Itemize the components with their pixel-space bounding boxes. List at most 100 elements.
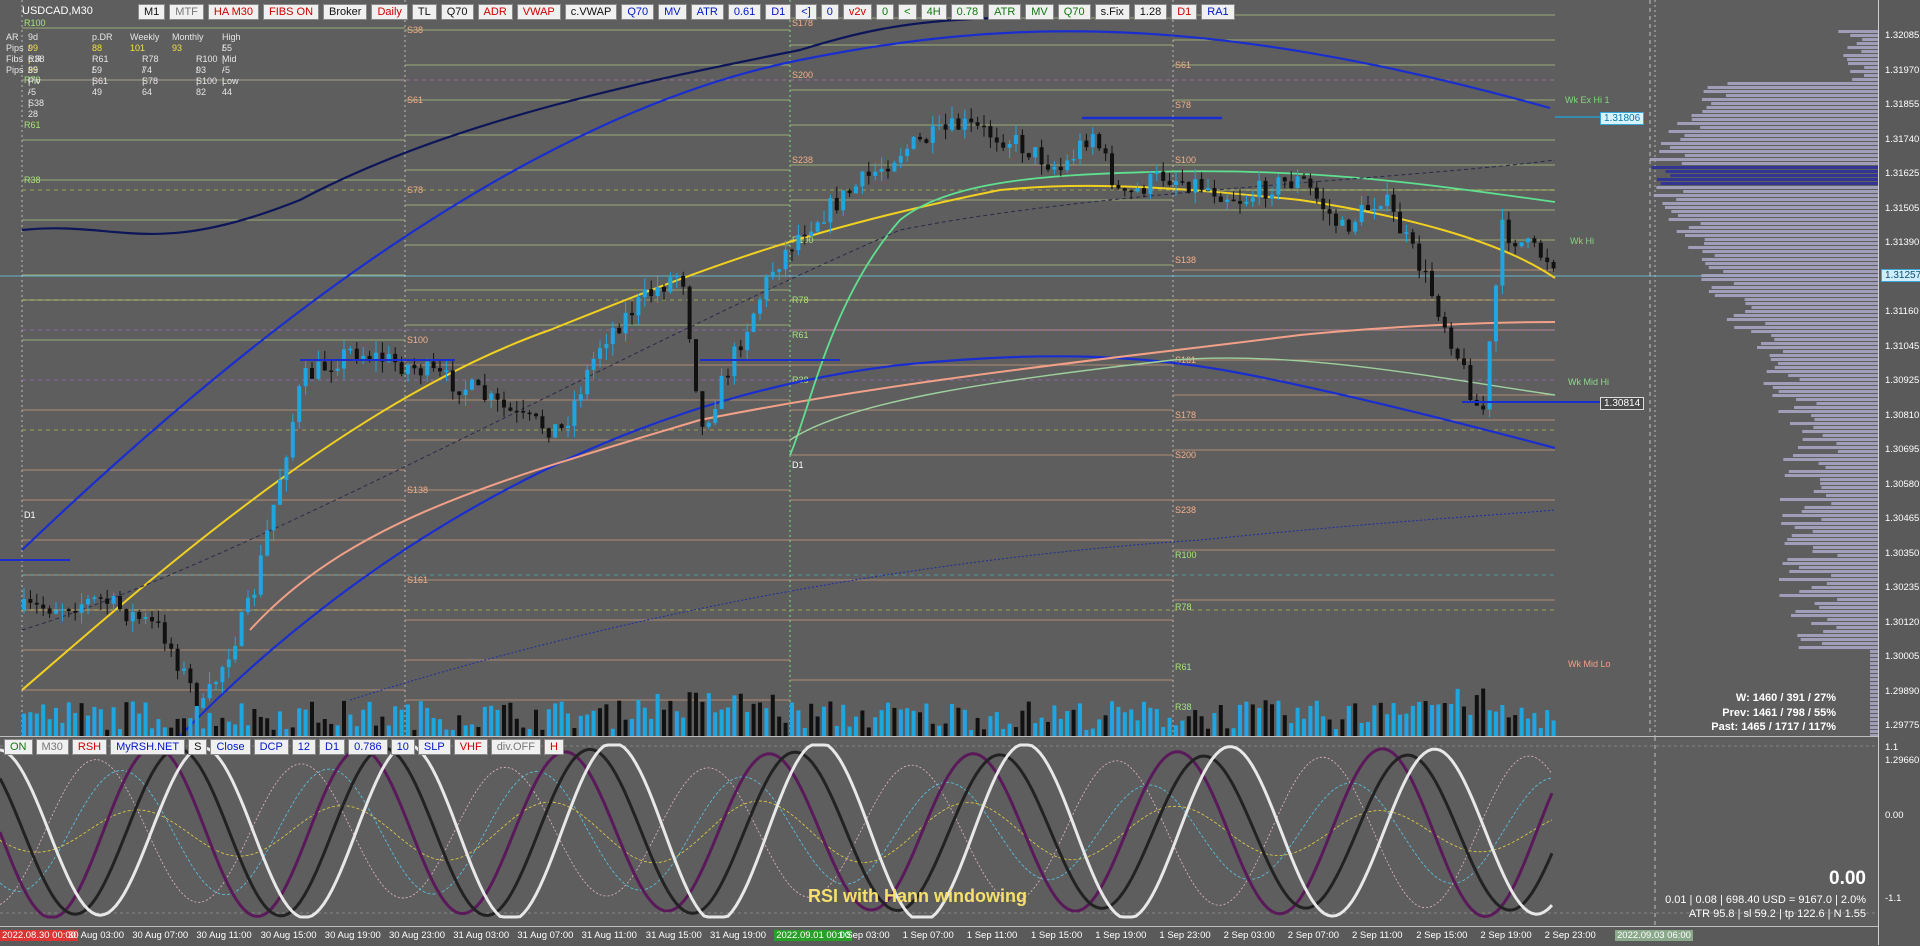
pivot-label: S61 <box>407 95 423 105</box>
candle-body <box>1353 222 1358 232</box>
volume-profile-bar <box>1770 358 1878 361</box>
volume-bar <box>1065 711 1070 736</box>
volume-profile-bar <box>1836 442 1878 445</box>
volume-profile-bar <box>1821 518 1878 521</box>
price-axis-label: 1.30465 <box>1885 513 1920 524</box>
volume-bar <box>706 693 711 736</box>
toolbar-button-13[interactable]: ATR <box>690 4 724 20</box>
candle-body <box>418 368 423 376</box>
candle-body <box>438 368 442 372</box>
time-axis-label: 2 Sep 15:00 <box>1416 930 1468 941</box>
osc-toolbar-button-3[interactable]: MyRSH.NET <box>110 739 186 755</box>
volume-bar <box>1487 710 1492 736</box>
volume-profile-bar <box>1870 714 1878 717</box>
toolbar-button-6[interactable]: TL <box>411 4 437 20</box>
toolbar-button-27[interactable]: 1.28 <box>1133 4 1168 20</box>
trading-terminal: R100 R78 R61 R38 D1 S38 S61 S78 S100 S138 S161 S178… <box>0 0 1920 946</box>
current-price-tag: 1.31257 <box>1881 269 1920 282</box>
toolbar-button-7[interactable]: Q70 <box>440 4 474 20</box>
volume-info-line: Past: 1465 / 1717 / 117% <box>1711 721 1836 733</box>
volume-bar <box>1551 720 1556 736</box>
toolbar-button-24[interactable]: MV <box>1025 4 1054 20</box>
volume-bar <box>1135 720 1140 736</box>
toolbar-button-2[interactable]: HA M30 <box>207 4 260 20</box>
candle-body <box>1270 194 1274 199</box>
price-axis[interactable]: 1.32085 1.31970 1.31855 1.31740 1.31625 1.315… <box>1878 0 1920 945</box>
osc-toolbar-button-14[interactable]: H <box>543 739 564 755</box>
toolbar-button-12[interactable]: MV <box>658 4 687 20</box>
volume-profile-bar <box>1836 626 1878 629</box>
osc-toolbar-button-1[interactable]: M30 <box>35 739 69 755</box>
price-box-high[interactable]: 1.31806 <box>1600 112 1645 125</box>
toolbar-button-1[interactable]: MTF <box>169 4 204 20</box>
toolbar-button-5[interactable]: Daily <box>371 4 408 20</box>
volume-bar <box>1129 709 1134 736</box>
candle-body <box>950 118 954 130</box>
toolbar-button-22[interactable]: 0.78 <box>950 4 985 20</box>
volume-profile-bar <box>1683 190 1878 193</box>
candle-body <box>956 118 961 130</box>
volume-bar <box>406 704 410 736</box>
toolbar-button-9[interactable]: VWAP <box>516 4 561 20</box>
pivot-label: R61 <box>792 330 809 340</box>
osc-toolbar-button-5[interactable]: Close <box>210 739 251 755</box>
toolbar-button-10[interactable]: c.VWAP <box>564 4 618 20</box>
volume-bar <box>655 693 660 736</box>
candle-body <box>463 389 468 395</box>
volume-bar <box>578 715 583 736</box>
volume-bar <box>290 727 295 736</box>
price-chart-pane[interactable]: R100 R78 R61 R38 D1 S38 S61 S78 S100 S138 S161 S178… <box>0 0 1878 762</box>
osc-toolbar-button-13[interactable]: div.OFF <box>490 739 541 755</box>
osc-toolbar-button-8[interactable]: D1 <box>319 739 346 755</box>
volume-bar <box>1116 706 1121 736</box>
toolbar-button-29[interactable]: RA1 <box>1201 4 1235 20</box>
candle-body <box>1046 164 1050 170</box>
volume-profile-bar <box>1811 586 1878 589</box>
volume-profile-bar <box>1862 38 1878 41</box>
osc-toolbar-button-10[interactable]: 10 <box>390 739 415 755</box>
toolbar-button-26[interactable]: s.Fix <box>1094 4 1130 20</box>
volume-profile-bar <box>1870 722 1878 725</box>
toolbar-button-25[interactable]: Q70 <box>1057 4 1091 20</box>
toolbar-button-4[interactable]: Broker <box>323 4 368 20</box>
volume-profile-bar <box>1734 326 1878 329</box>
toolbar-button-15[interactable]: D1 <box>765 4 792 20</box>
candle-body <box>310 367 314 379</box>
toolbar-button-19[interactable]: 0 <box>876 4 895 20</box>
toolbar-button-17[interactable]: 0 <box>820 4 839 20</box>
osc-toolbar-button-9[interactable]: 0.786 <box>348 739 388 755</box>
volume-bar <box>918 712 922 736</box>
price-box-low[interactable]: 1.30814 <box>1600 397 1645 410</box>
volume-bar <box>143 702 148 736</box>
osc-toolbar-button-6[interactable]: DCP <box>253 739 289 755</box>
volume-profile-bar <box>1798 446 1878 449</box>
osc-toolbar-button-2[interactable]: RSH <box>71 739 108 755</box>
toolbar-button-23[interactable]: ATR <box>988 4 1022 20</box>
osc-toolbar-button-0[interactable]: ON <box>4 739 33 755</box>
osc-purple-line <box>0 745 1554 919</box>
toolbar-button-21[interactable]: 4H <box>920 4 947 20</box>
toolbar-button-18[interactable]: v2v <box>842 4 873 20</box>
toolbar-button-0[interactable]: M1 <box>138 4 166 20</box>
toolbar-button-28[interactable]: D1 <box>1171 4 1198 20</box>
volume-bar <box>1353 703 1358 736</box>
toolbar-button-20[interactable]: < <box>898 4 917 20</box>
volume-profile-bar <box>1733 314 1878 317</box>
toolbar-button-8[interactable]: ADR <box>477 4 513 20</box>
toolbar-button-3[interactable]: FIBS ON <box>263 4 320 20</box>
toolbar-button-11[interactable]: Q70 <box>621 4 655 20</box>
candle-body <box>1519 242 1524 247</box>
candle-body <box>265 530 270 556</box>
osc-toolbar-button-7[interactable]: 12 <box>291 739 317 755</box>
osc-toolbar-button-12[interactable]: VHF <box>453 739 488 755</box>
volume-bar <box>790 702 794 736</box>
toolbar-button-16[interactable]: <] <box>795 4 817 20</box>
price-chart-canvas[interactable]: R100 R78 R61 R38 D1 S38 S61 S78 S100 S138 S161 S178… <box>0 0 1878 736</box>
osc-toolbar-button-11[interactable]: SLP <box>417 739 451 755</box>
candle-body <box>207 683 212 699</box>
candle-body <box>745 331 750 351</box>
toolbar-button-14[interactable]: 0.61 <box>727 4 762 20</box>
osc-toolbar-button-4[interactable]: S <box>188 739 208 755</box>
volume-bar <box>1391 703 1396 736</box>
volume-profile-bar <box>1870 674 1878 677</box>
